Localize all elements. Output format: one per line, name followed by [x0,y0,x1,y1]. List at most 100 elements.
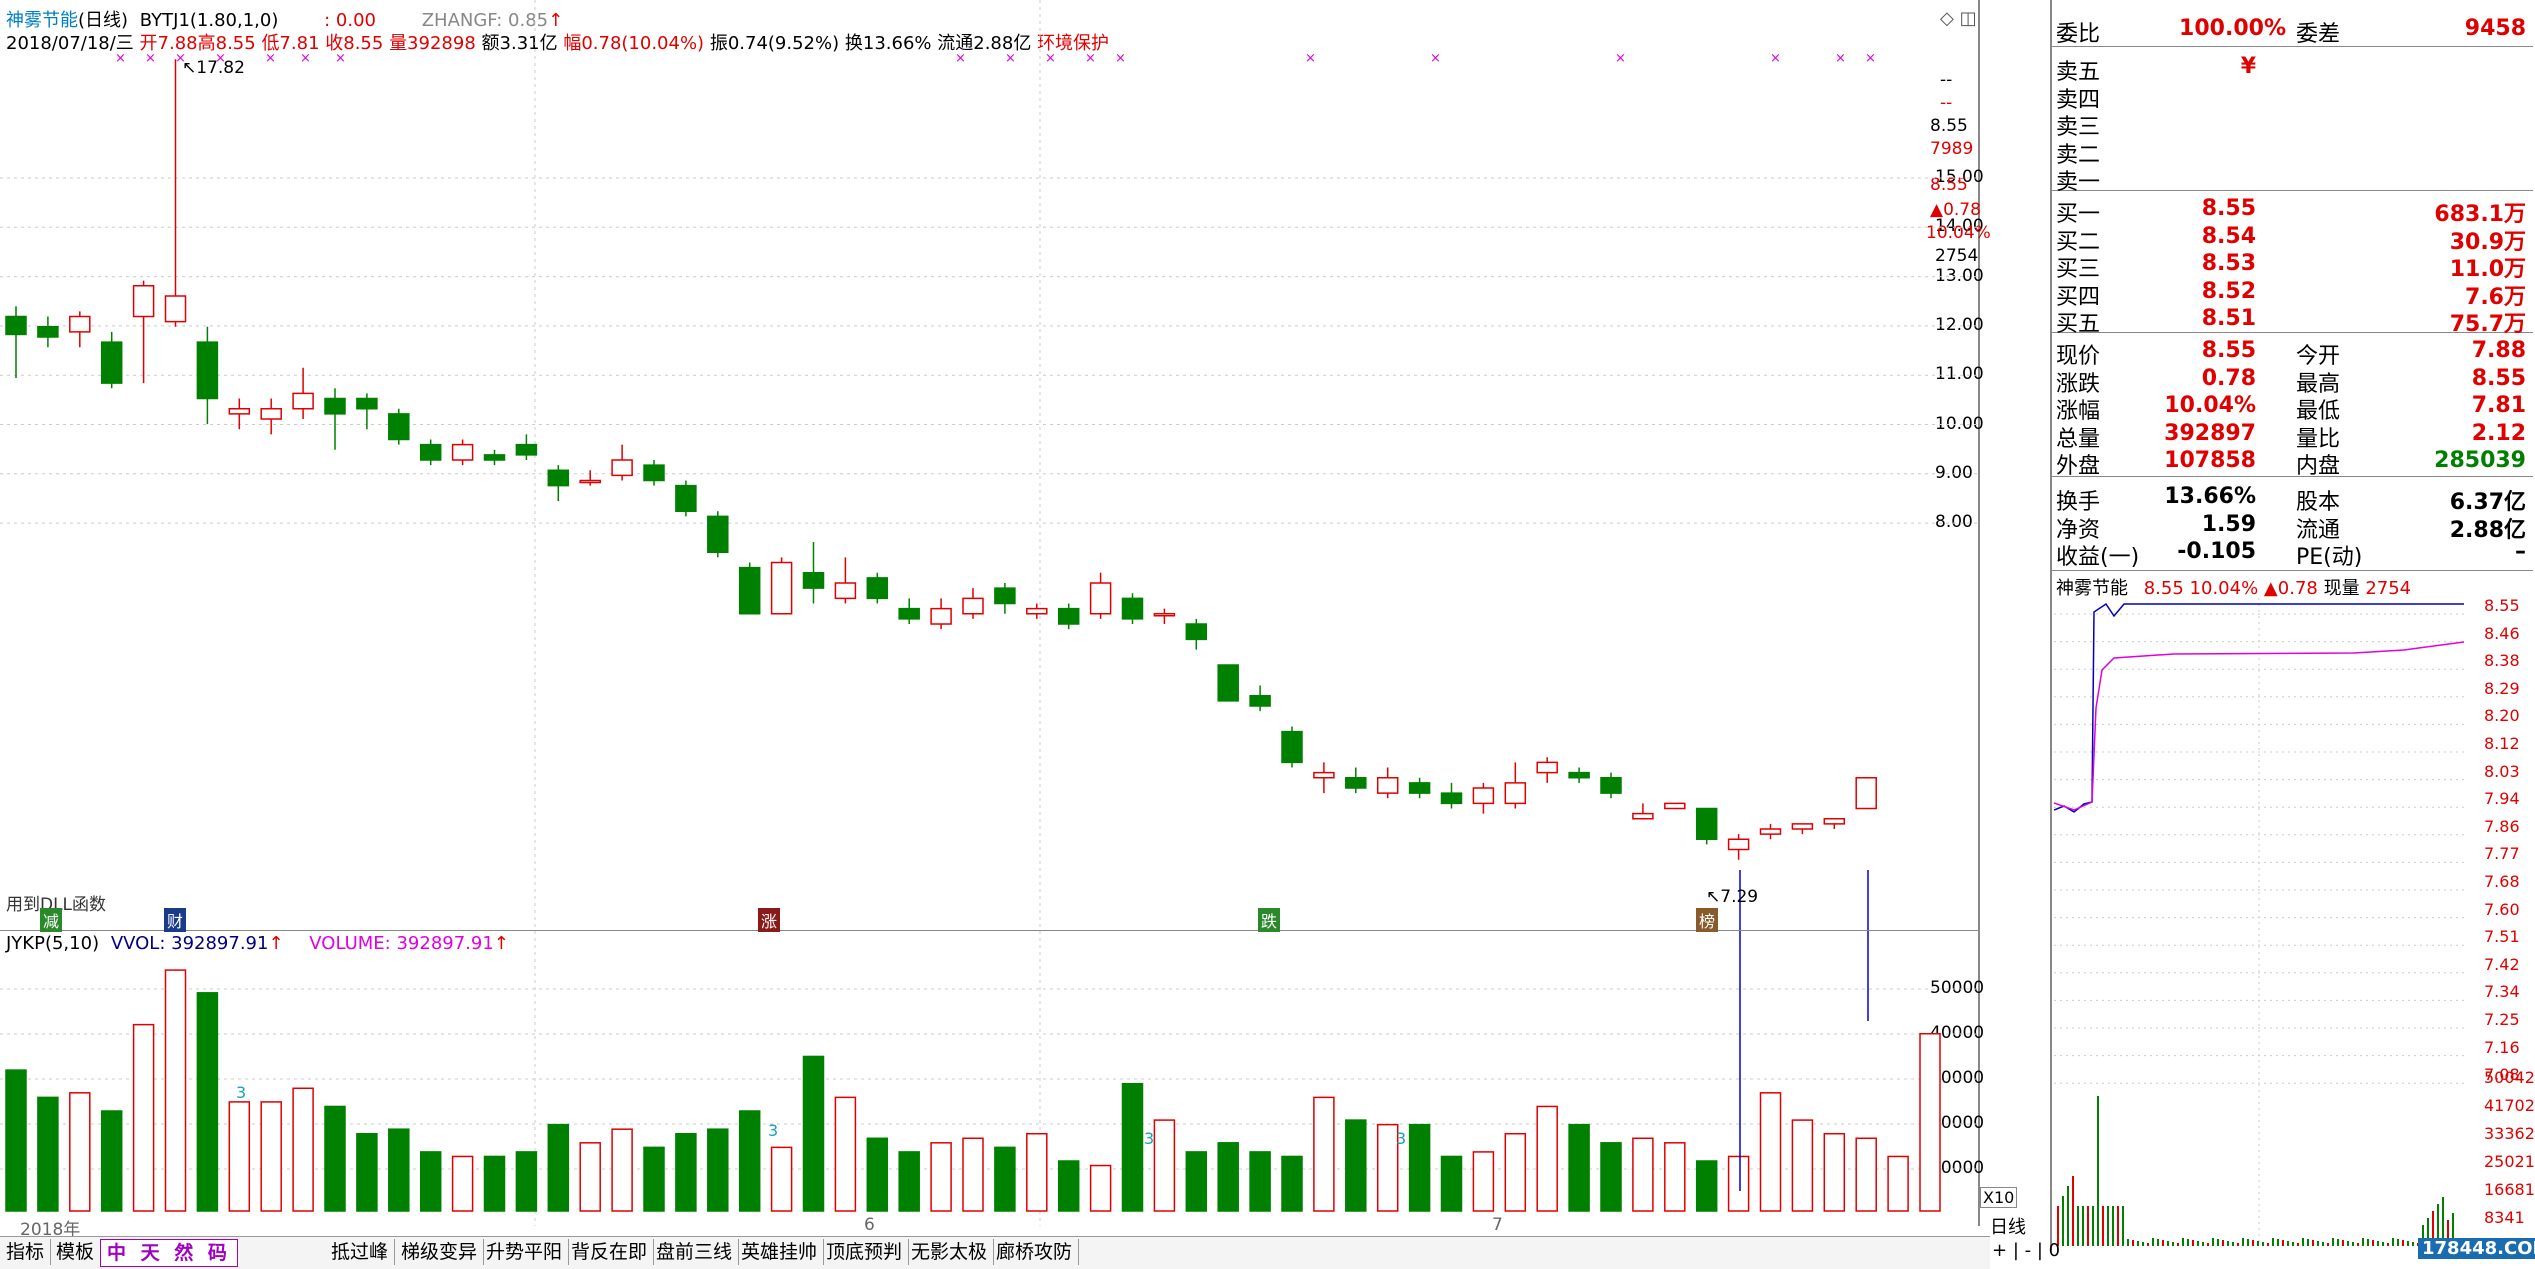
formula-tab[interactable]: 模板 [50,1239,102,1265]
candle-body [483,454,506,461]
formula-tab[interactable]: 英雄挂帅 [735,1239,825,1265]
candle-body [515,443,538,456]
candle-body [1185,623,1208,641]
intraday-mini-chart[interactable] [2054,598,2464,1246]
candle-body [1600,777,1622,794]
formula-tab[interactable]: 中 天 然 码 [100,1239,238,1267]
buy-row: 买五 8.51 75.7万 [2056,306,2526,337]
weibi-row: 委比 100.00% 委差 9458 [2056,16,2526,47]
vol-mark-3b: 3 [768,1121,779,1140]
formula-tab[interactable]: 无影太极 [905,1239,995,1265]
volume-bar [132,1023,155,1212]
volume-bar [1695,1160,1718,1212]
formula-tab[interactable]: 梯级变异 [395,1239,485,1265]
signal-mark: × [955,51,966,66]
volume-bar [100,1110,123,1212]
volume-bar [1281,1155,1303,1212]
formula-tab[interactable]: 顶底预判 [820,1239,910,1265]
candle-body [675,484,697,512]
candle-body [898,607,920,620]
intraday-vol-tick: 25021 [2484,1152,2535,1171]
candle-body [962,597,984,615]
candle-body [1632,812,1654,820]
signal-mark: × [300,51,311,66]
formula-tab-bar: 指标 模板中 天 然 码 抵过峰 梯级变异 升势平阳 背反在即 盘前三线 英雄挂帅 顶底预判无… [0,1236,1990,1269]
quote-row: 涨幅 10.04% 最低 7.81 [2056,393,2526,424]
quote-row: 现价 8.55 今开 7.88 [2056,338,2526,369]
signal-mark: × [265,51,276,66]
candle-body [1026,607,1048,615]
volume-bar [802,1055,825,1212]
mini-chart-title: 神雾节能 8.55 10.04% ▲0.78 现量 2754 [2056,578,2412,599]
intraday-axis-tick: 7.60 [2484,899,2520,919]
volume-bar [1632,1137,1654,1212]
buy-row: 买三 8.53 11.0万 [2056,251,2526,282]
formula-tab[interactable]: 抵过峰 [325,1239,396,1265]
candle-body [770,561,793,615]
formula-tab[interactable]: 升势平阳 [480,1239,570,1265]
candle-body [37,326,59,338]
right-bottom-nav[interactable]: + | - | 0 [1992,1240,2060,1261]
candle-body [1089,582,1112,615]
vol-mark-3a: 3 [236,1083,247,1102]
candle-body [1823,818,1846,825]
intraday-axis-tick: 7.34 [2484,982,2520,1002]
candle-body [547,469,570,487]
volume-bar [1408,1123,1431,1212]
event-badge-bang[interactable]: 榜 [1696,908,1719,932]
signal-mark: × [1770,51,1781,66]
volume-bar [196,992,219,1212]
candle-body [1664,802,1686,810]
volume-bar [611,1128,633,1212]
candle-body [260,408,282,420]
intraday-axis-tick: 8.29 [2484,678,2520,698]
volume-bar [1185,1151,1208,1212]
volume-bar [707,1128,729,1212]
candle-body [356,397,378,410]
volume-bar [1791,1119,1814,1212]
formula-tab[interactable]: 指标 [0,1239,52,1265]
quote-row: 涨跌 0.78 最高 8.55 [2056,365,2526,397]
fund-row: 净资 1.59 流通 2.88亿 [2056,511,2526,543]
event-badge-die[interactable]: 跌 [1258,908,1281,932]
right-bottom-tab[interactable]: 日线 [1990,1213,2026,1239]
volume-bar [643,1146,665,1212]
volume-bar [1504,1132,1527,1212]
signal-mark: × [1115,51,1126,66]
formula-tab[interactable]: 廊桥攻防 [990,1239,1080,1265]
candle-body [1504,782,1527,805]
volume-bar [770,1146,793,1212]
candle-body [388,413,410,441]
volume-panel[interactable]: JYKP(5,10) VVOL: 392897.91↑ VOLUME: 3928… [0,931,2018,1226]
candle-body [866,577,889,600]
formula-tab[interactable]: 盘前三线 [650,1239,740,1265]
signal-mark: × [1005,51,1016,66]
candle-body [1217,664,1239,702]
sell-row: 卖四 [2056,87,2101,113]
volume-unit: X10 [1980,1187,2018,1208]
candle-body [707,515,729,553]
event-badge-jian[interactable]: 减 [40,908,63,932]
event-badge-cai[interactable]: 财 [164,908,187,932]
volume-bar [5,1069,27,1212]
candle-body [1057,607,1080,625]
candle-body [1727,838,1750,851]
candle-body [196,341,219,400]
volume-bar [834,1096,857,1212]
fund-row: 收益(一) -0.105 PE(动) – [2056,539,2526,570]
event-badge-zhang[interactable]: 涨 [758,908,781,932]
volume-bar [1823,1132,1846,1212]
sell-row: 卖五 ¥ [2056,54,2256,85]
formula-tab[interactable]: 背反在即 [565,1239,655,1265]
divider [2052,46,2533,47]
kline-chart-panel[interactable]: 神雾节能(日线) BYTJ1(1.80,1,0) : 0.00 ZHANGF: … [0,0,1991,932]
volume-svg [0,931,1978,1226]
candle-body [1536,761,1558,774]
volume-bar [1153,1119,1176,1212]
volume-bar [228,1101,251,1212]
volume-bar [1472,1151,1495,1212]
volume-bar [164,969,187,1212]
candle-body [1249,695,1271,707]
candle-body [324,397,346,415]
signal-mark: × [1085,51,1096,66]
